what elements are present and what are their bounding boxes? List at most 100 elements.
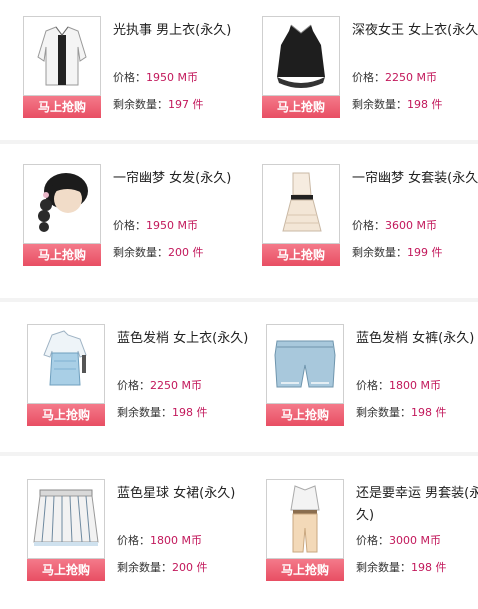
price-line: 价格：3600 M币: [352, 217, 437, 233]
stock-line: 剩余数量：200 件: [117, 559, 208, 575]
price-label: 价格：: [352, 219, 385, 232]
row-divider: [0, 298, 478, 302]
stock-value: 200: [168, 246, 189, 259]
product-name: 一帘幽梦 女套装(永久): [352, 171, 478, 186]
stock-unit: 件: [192, 246, 204, 259]
price-value: 2250: [385, 71, 413, 84]
currency-label: M币: [181, 379, 203, 392]
price-label: 价格：: [356, 379, 389, 392]
price-value: 2250: [150, 379, 178, 392]
product-image[interactable]: [266, 479, 344, 559]
product-image[interactable]: [23, 16, 101, 96]
mens-outfit-icon: [290, 485, 320, 553]
white-dress-icon: [282, 172, 322, 232]
product-name: 光执事 男上衣(永久): [113, 23, 232, 38]
stock-label: 剩余数量：: [356, 406, 411, 419]
currency-label: M币: [416, 219, 438, 232]
white-jacket-icon: [37, 26, 87, 86]
stock-label: 剩余数量：: [117, 406, 172, 419]
price-label: 价格：: [117, 379, 150, 392]
buy-now-button[interactable]: 马上抢购: [266, 559, 344, 581]
currency-label: M币: [181, 534, 203, 547]
stock-unit: 件: [431, 98, 443, 111]
stock-line: 剩余数量：199 件: [352, 244, 443, 260]
product-card: 马上抢购 蓝色发梢 女裤(永久) 价格：1800 M币 剩余数量：198 件: [266, 324, 478, 454]
product-name: 深夜女王 女上衣(永久): [352, 23, 478, 38]
buy-now-button[interactable]: 马上抢购: [23, 96, 101, 118]
stock-unit: 件: [192, 98, 204, 111]
price-line: 价格：1800 M币: [117, 532, 202, 548]
product-name: 蓝色星球 女裙(永久): [117, 486, 236, 501]
currency-label: M币: [177, 219, 199, 232]
product-name: 蓝色发梢 女上衣(永久): [117, 331, 249, 346]
product-name: 蓝色发梢 女裤(永久): [356, 331, 475, 346]
stock-label: 剩余数量：: [356, 561, 411, 574]
buy-now-button[interactable]: 马上抢购: [23, 244, 101, 266]
braided-hair-icon: [38, 173, 88, 232]
buy-now-button[interactable]: 马上抢购: [262, 244, 340, 266]
price-line: 价格：3000 M币: [356, 532, 441, 548]
product-image[interactable]: [27, 479, 105, 559]
stock-unit: 件: [196, 561, 208, 574]
stock-unit: 件: [431, 246, 443, 259]
buy-now-button[interactable]: 马上抢购: [262, 96, 340, 118]
blue-top-icon: [43, 330, 87, 386]
price-value: 1950: [146, 219, 174, 232]
striped-skirt-icon: [33, 489, 99, 546]
buy-now-button[interactable]: 马上抢购: [27, 404, 105, 426]
stock-label: 剩余数量：: [113, 246, 168, 259]
product-name: 一帘幽梦 女发(永久): [113, 171, 232, 186]
product-card: 马上抢购 一帘幽梦 女套装(永久) 价格：3600 M币 剩余数量：199 件: [262, 164, 478, 294]
stock-label: 剩余数量：: [117, 561, 172, 574]
stock-line: 剩余数量：198 件: [352, 96, 443, 112]
buy-now-button[interactable]: 马上抢购: [27, 559, 105, 581]
stock-value: 198: [407, 98, 428, 111]
stock-label: 剩余数量：: [352, 246, 407, 259]
price-line: 价格：2250 M币: [117, 377, 202, 393]
stock-unit: 件: [435, 406, 447, 419]
price-label: 价格：: [113, 71, 146, 84]
price-line: 价格：1800 M币: [356, 377, 441, 393]
price-value: 1800: [150, 534, 178, 547]
price-label: 价格：: [356, 534, 389, 547]
stock-line: 剩余数量：198 件: [356, 404, 447, 420]
stock-value: 198: [172, 406, 193, 419]
buy-now-button[interactable]: 马上抢购: [266, 404, 344, 426]
price-value: 3600: [385, 219, 413, 232]
product-image[interactable]: [262, 164, 340, 244]
stock-value: 198: [411, 406, 432, 419]
product-card: 马上抢购 蓝色发梢 女上衣(永久) 价格：2250 M币 剩余数量：198 件: [27, 324, 257, 454]
currency-label: M币: [420, 534, 442, 547]
stock-value: 199: [407, 246, 428, 259]
currency-label: M币: [420, 379, 442, 392]
product-image[interactable]: [262, 16, 340, 96]
product-card: 马上抢购 蓝色星球 女裙(永久) 价格：1800 M币 剩余数量：200 件: [27, 479, 257, 609]
product-image[interactable]: [27, 324, 105, 404]
price-value: 1800: [389, 379, 417, 392]
product-card: 马上抢购 一帘幽梦 女发(永久) 价格：1950 M币 剩余数量：200 件: [23, 164, 253, 294]
stock-unit: 件: [435, 561, 447, 574]
currency-label: M币: [177, 71, 199, 84]
stock-line: 剩余数量：197 件: [113, 96, 204, 112]
product-card: 马上抢购 还是要幸运 男套装(永久) 价格：3000 M币 剩余数量：198 件: [266, 479, 478, 609]
price-value: 3000: [389, 534, 417, 547]
product-image[interactable]: [266, 324, 344, 404]
price-label: 价格：: [113, 219, 146, 232]
price-line: 价格：2250 M币: [352, 69, 437, 85]
price-value: 1950: [146, 71, 174, 84]
stock-value: 197: [168, 98, 189, 111]
stock-label: 剩余数量：: [352, 98, 407, 111]
product-image[interactable]: [23, 164, 101, 244]
currency-label: M币: [416, 71, 438, 84]
stock-line: 剩余数量：198 件: [117, 404, 208, 420]
stock-label: 剩余数量：: [113, 98, 168, 111]
price-line: 价格：1950 M币: [113, 217, 198, 233]
black-dress-top-icon: [277, 24, 325, 88]
stock-line: 剩余数量：198 件: [356, 559, 447, 575]
product-card: 马上抢购 深夜女王 女上衣(永久) 价格：2250 M币 剩余数量：198 件: [262, 16, 478, 146]
denim-shorts-icon: [274, 340, 336, 388]
price-label: 价格：: [117, 534, 150, 547]
stock-value: 200: [172, 561, 193, 574]
stock-unit: 件: [196, 406, 208, 419]
price-label: 价格：: [352, 71, 385, 84]
